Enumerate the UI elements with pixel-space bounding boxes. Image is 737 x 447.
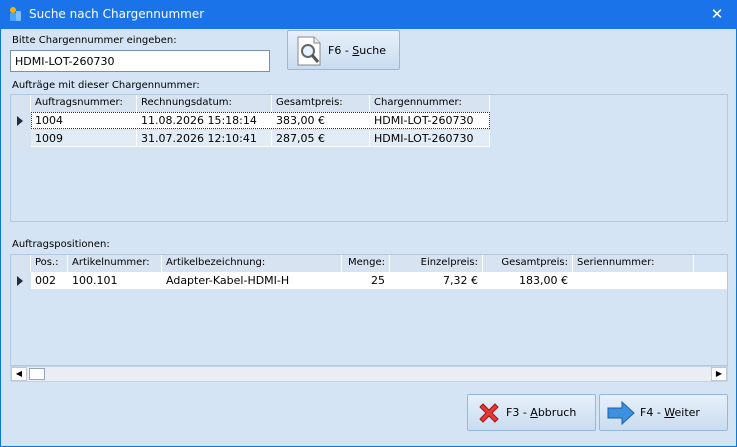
current-row-arrow-icon [17,276,23,286]
orders-cell[interactable]: 1009 [31,130,137,147]
orders-grid[interactable]: Auftragsnummer: Rechnungsdatum: Gesamtpr… [10,94,728,222]
orders-col-total-price[interactable]: Gesamtpreis: [272,95,370,112]
positions-cell[interactable] [573,272,694,289]
search-button-label: F6 - Suche [328,44,387,57]
positions-col-quantity[interactable]: Menge: [342,255,390,272]
positions-col-pos[interactable]: Pos.: [31,255,68,272]
orders-cell[interactable]: HDMI-LOT-260730 [370,130,490,147]
cancel-button-label: F3 - Abbruch [506,406,577,419]
positions-cell[interactable]: 183,00 € [483,272,573,289]
orders-label: Aufträge mit dieser Chargennummer: [12,80,200,91]
orders-cell[interactable]: 31.07.2026 12:10:41 [137,130,272,147]
positions-cell[interactable]: Adapter-Kabel-HDMI-H [162,272,342,289]
search-label: Bitte Chargennummer eingeben: [12,35,177,46]
positions-label: Auftragspositionen: [12,239,110,250]
positions-corner-header [11,255,31,272]
orders-corner-header [11,95,31,112]
window-title: Suche nach Chargennummer [29,7,205,21]
orders-col-batch-number[interactable]: Chargennummer: [370,95,490,112]
positions-cell[interactable]: 7,32 € [390,272,483,289]
title-bar[interactable]: Suche nach Chargennummer ✕ [0,0,737,29]
positions-cell[interactable]: 100.101 [68,272,162,289]
orders-cell[interactable]: HDMI-LOT-260730 [370,112,490,129]
positions-cell[interactable]: 002 [31,272,68,289]
positions-grid[interactable]: Pos.: Artikelnummer: Artikelbezeichnung:… [10,254,728,366]
cancel-button[interactable]: F3 - Abbruch [467,394,596,431]
orders-cell[interactable]: 383,00 € [272,112,370,129]
close-icon[interactable]: ✕ [705,3,729,25]
orders-col-order-number[interactable]: Auftragsnummer: [31,95,137,112]
positions-col-total-price[interactable]: Gesamtpreis: [483,255,573,272]
positions-col-serial-number[interactable]: Seriennummer: [573,255,694,272]
blue-arrow-right-icon [607,400,635,426]
scroll-right-icon[interactable]: ▶ [711,367,727,381]
positions-col-unit-price[interactable]: Einzelpreis: [390,255,483,272]
orders-cell[interactable]: 287,05 € [272,130,370,147]
positions-col-article-number[interactable]: Artikelnummer: [68,255,162,272]
app-icon [10,7,21,21]
search-button[interactable]: F6 - Suche [287,30,400,70]
red-x-icon [479,403,499,423]
orders-cell[interactable]: 11.08.2026 15:18:14 [137,112,272,129]
positions-col-article-description[interactable]: Artikelbezeichnung: [162,255,342,272]
positions-cell[interactable]: 25 [342,272,390,289]
orders-cell[interactable]: 1004 [31,112,137,129]
next-button-label: F4 - Weiter [640,406,700,419]
scroll-thumb[interactable] [29,368,45,380]
orders-col-invoice-date[interactable]: Rechnungsdatum: [137,95,272,112]
horizontal-scrollbar[interactable]: ◀ ▶ [10,366,728,382]
dialog-window: Suche nach Chargennummer ✕ Bitte Chargen… [0,0,737,447]
next-button[interactable]: F4 - Weiter [599,394,728,431]
magnifier-document-icon [297,36,321,66]
dialog-content: Bitte Chargennummer eingeben: F6 - Suche… [1,29,736,446]
current-row-arrow-icon [17,116,23,126]
positions-cell[interactable] [694,272,727,289]
scroll-left-icon[interactable]: ◀ [11,367,27,381]
batch-number-input[interactable] [10,50,270,72]
